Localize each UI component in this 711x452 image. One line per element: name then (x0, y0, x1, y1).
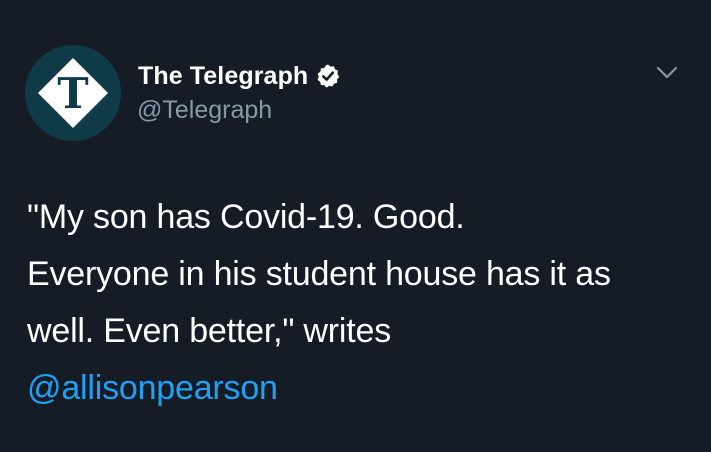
tweet-text-line: Everyone in his student house has it as (27, 255, 611, 293)
avatar[interactable]: T (25, 45, 121, 141)
chevron-down-icon[interactable] (656, 66, 678, 80)
mention-link[interactable]: @allisonpearson (27, 369, 278, 407)
verified-badge-icon (315, 63, 341, 89)
avatar-glyph: T (57, 69, 88, 118)
tweet-card: T The Telegraph @Telegraph "My son has C… (0, 0, 711, 452)
author-name-row: The Telegraph (138, 60, 341, 92)
telegraph-logo-icon: T (25, 45, 121, 141)
tweet-text-line: well. Even better," writes (27, 312, 392, 350)
author-display-name[interactable]: The Telegraph (138, 62, 308, 91)
author-handle[interactable]: @Telegraph (137, 96, 272, 125)
tweet-text-line: "My son has Covid-19. Good. (27, 198, 465, 236)
tweet-body: "My son has Covid-19. Good. Everyone in … (27, 189, 697, 417)
